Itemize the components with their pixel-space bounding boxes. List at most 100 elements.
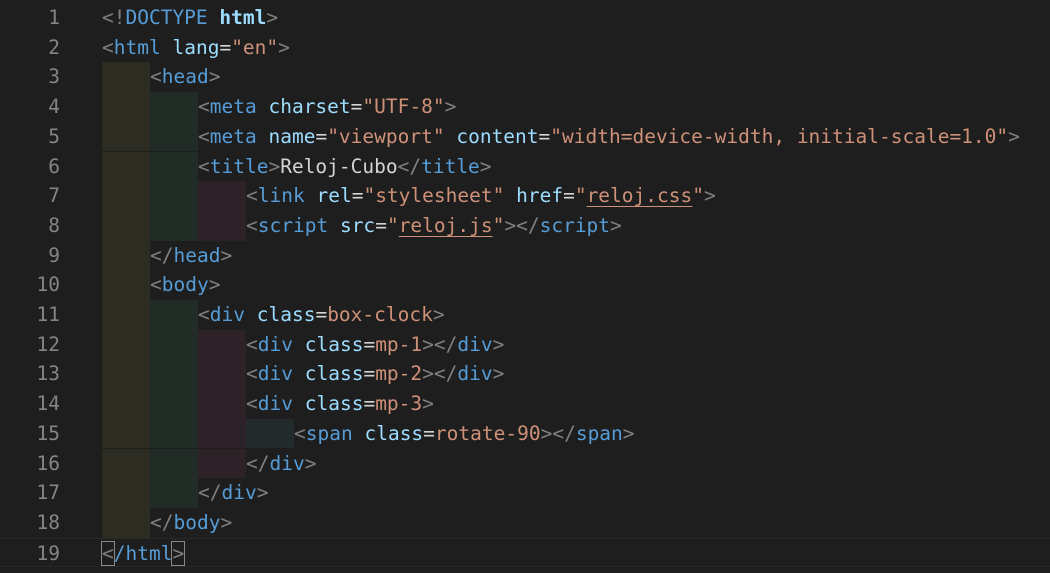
code-token: link	[257, 184, 305, 208]
code-text[interactable]: <body>	[150, 270, 220, 300]
code-text[interactable]: </html>	[101, 539, 186, 569]
code-line[interactable]: 6 <title>Reloj-Cubo</title>	[0, 151, 1050, 182]
code-token: >	[610, 213, 622, 237]
code-line[interactable]: 11 <div class=box-clock>	[0, 300, 1050, 330]
indent-guide	[150, 329, 198, 360]
code-token: "viewport"	[327, 124, 445, 148]
code-line[interactable]: 8 <script src="reloj.js"></script>	[0, 210, 1050, 241]
code-line[interactable]: 15 <span class=rotate-90></span>	[0, 418, 1050, 449]
code-line[interactable]: 19 </html>	[0, 537, 1050, 569]
indent-guide	[150, 478, 198, 508]
code-text[interactable]: <meta name="viewport" content="width=dev…	[198, 122, 1020, 152]
code-token: </	[552, 421, 576, 445]
line-number: 16	[36, 451, 60, 475]
code-token: <	[150, 65, 162, 89]
indent-guide	[198, 418, 246, 449]
code-text[interactable]: <script src="reloj.js"></script>	[246, 211, 622, 241]
indent-guide	[102, 418, 150, 449]
line-number: 2	[48, 35, 60, 59]
code-token: head	[173, 243, 221, 267]
code-line[interactable]: 17 </div>	[0, 478, 1050, 508]
code-text[interactable]: <meta charset="UTF-8">	[198, 92, 456, 122]
code-token: <!	[102, 6, 126, 29]
code-line[interactable]: 12 <div class=mp-1></div>	[0, 329, 1050, 360]
indent-guide	[150, 151, 198, 182]
code-text[interactable]: <html lang="en">	[102, 33, 290, 63]
line-number: 19	[36, 541, 60, 565]
code-token: >	[278, 35, 290, 59]
indent-guide	[150, 92, 198, 122]
code-token: <	[198, 124, 210, 148]
code-token: =	[363, 332, 376, 356]
code-token: DOCTYPE	[125, 6, 208, 29]
code-token: name	[268, 124, 316, 148]
code-token: </	[150, 243, 174, 267]
code-token: <	[246, 392, 258, 416]
line-number: 4	[48, 95, 60, 119]
code-token: <	[198, 303, 210, 326]
indent-guide	[150, 181, 198, 211]
code-token: =	[350, 95, 363, 119]
code-text[interactable]: </div>	[198, 478, 268, 508]
line-number: 14	[36, 392, 60, 416]
code-line[interactable]: 2 <html lang="en">	[0, 33, 1050, 63]
indent-guide	[102, 270, 150, 300]
code-text[interactable]: <link rel="stylesheet" href="reloj.css">	[246, 181, 716, 211]
code-token: class	[304, 362, 364, 386]
line-number: 6	[48, 154, 60, 178]
code-token: Reloj-Cubo	[280, 154, 398, 178]
code-token: lang	[172, 35, 220, 59]
code-line[interactable]: 5 <meta name="viewport" content="width=de…	[0, 121, 1050, 152]
line-number: 8	[48, 213, 60, 237]
code-token: div	[257, 392, 293, 416]
code-text[interactable]: <div class=box-clock>	[198, 300, 445, 330]
code-text[interactable]: <div class=mp-3>	[246, 389, 434, 419]
code-token: html	[113, 35, 161, 59]
code-line[interactable]: 1 <!DOCTYPE html>	[0, 3, 1050, 33]
code-token: =	[423, 421, 435, 445]
indent-guide	[246, 418, 294, 449]
indent-guide	[102, 359, 150, 390]
code-token: script	[539, 213, 611, 237]
code-line[interactable]: 10 <body>	[0, 270, 1050, 300]
code-line[interactable]: 3 <head>	[0, 62, 1050, 93]
code-token: div	[257, 332, 293, 356]
code-line[interactable]: 9 </head>	[0, 240, 1050, 271]
code-token: div	[209, 303, 245, 326]
code-line[interactable]: 16 </div>	[0, 448, 1050, 479]
code-token: >	[1008, 124, 1020, 148]
code-text[interactable]: <div class=mp-2></div>	[246, 359, 504, 389]
code-token: <	[246, 184, 258, 208]
indent-guide	[102, 181, 150, 211]
code-line[interactable]: 13 <div class=mp-2></div>	[0, 359, 1050, 390]
code-token: >	[432, 303, 445, 326]
code-text[interactable]: <!DOCTYPE html>	[102, 3, 278, 33]
code-line[interactable]: 7 <link rel="stylesheet" href="reloj.css"…	[0, 181, 1050, 211]
code-text[interactable]: </div>	[246, 449, 316, 479]
code-editor[interactable]: 1 <!DOCTYPE html> 2 <html lang="en"> 3 <head>…	[0, 0, 1050, 573]
code-token: <	[246, 213, 258, 237]
code-token: </	[516, 213, 540, 237]
indent-guide	[150, 121, 198, 152]
code-text[interactable]: </body>	[150, 508, 232, 538]
code-line[interactable]: 4 <meta charset="UTF-8">	[0, 92, 1050, 122]
code-line[interactable]: 14 <div class=mp-3>	[0, 389, 1050, 419]
indent-guide	[198, 210, 246, 241]
code-line[interactable]: 18 </body>	[0, 507, 1050, 538]
line-number: 12	[36, 332, 60, 356]
code-text[interactable]: <span class=rotate-90></span>	[294, 419, 635, 449]
code-token: title	[421, 154, 480, 178]
code-text[interactable]: </head>	[150, 241, 232, 271]
code-token: =	[363, 392, 376, 416]
code-text[interactable]: <div class=mp-1></div>	[246, 330, 504, 360]
code-text[interactable]: <head>	[150, 62, 220, 92]
indent-guide	[150, 300, 198, 330]
code-token: title	[209, 154, 269, 178]
code-token: mp-3	[375, 392, 423, 416]
indent-guide	[198, 389, 246, 419]
code-text[interactable]: <title>Reloj-Cubo</title>	[198, 152, 492, 182]
